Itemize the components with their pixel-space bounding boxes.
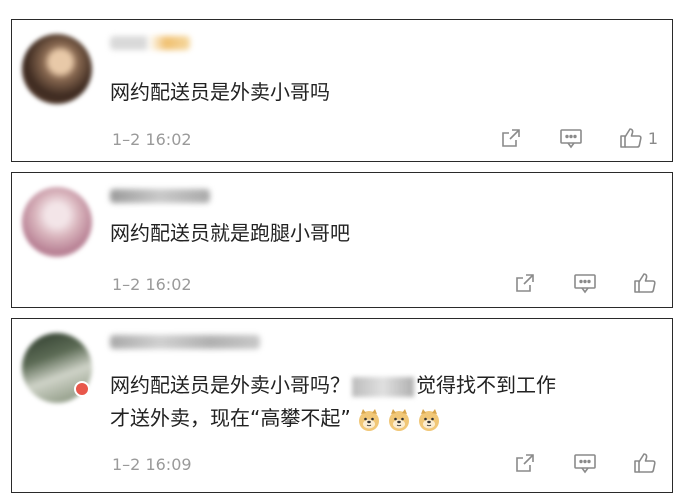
doge-emoji-icon <box>387 408 411 432</box>
thumbs-up-icon[interactable] <box>632 450 658 476</box>
thumbs-up-icon[interactable] <box>618 125 644 151</box>
username-blurred[interactable] <box>110 189 210 203</box>
comment-actions: 1 <box>464 125 658 151</box>
redacted-text <box>352 376 414 397</box>
username-blurred[interactable] <box>110 335 260 349</box>
comment-icon[interactable] <box>572 450 598 476</box>
comment-text-part: 网约配送员是外卖小哥吗？ <box>110 373 350 397</box>
share-icon[interactable] <box>512 450 538 476</box>
emoji-group <box>351 406 441 432</box>
comment-text: 网约配送员是外卖小哥吗？ 觉得找不到工作 才送外卖，现在“高攀不起” <box>110 369 556 435</box>
share-icon[interactable] <box>512 270 538 296</box>
share-icon[interactable] <box>498 125 524 151</box>
comment-time: 1–2 16:09 <box>112 455 192 474</box>
comment-actions <box>478 270 658 296</box>
doge-emoji-icon <box>417 408 441 432</box>
verified-badge-icon <box>74 381 90 397</box>
comment-icon[interactable] <box>558 125 584 151</box>
user-avatar[interactable] <box>22 34 92 104</box>
doge-emoji-icon <box>357 408 381 432</box>
comment-icon[interactable] <box>572 270 598 296</box>
comment-text: 网约配送员是外卖小哥吗 <box>110 80 330 104</box>
comment-card: 网约配送员就是跑腿小哥吧 1–2 16:02 <box>11 172 673 308</box>
like-count: 1 <box>647 128 658 148</box>
comment-text-part: 觉得找不到工作 <box>416 373 556 397</box>
comment-actions <box>478 450 658 476</box>
comment-card: 网约配送员是外卖小哥吗 1–2 16:02 1 <box>11 19 673 162</box>
username-blurred[interactable] <box>110 36 190 50</box>
comment-text-part: 才送外卖，现在“高攀不起” <box>110 406 351 430</box>
comment-text: 网约配送员就是跑腿小哥吧 <box>110 221 350 245</box>
comment-card: 网约配送员是外卖小哥吗？ 觉得找不到工作 才送外卖，现在“高攀不起” 1–2 16… <box>11 318 673 493</box>
thumbs-up-icon[interactable] <box>632 270 658 296</box>
comment-time: 1–2 16:02 <box>112 130 192 149</box>
user-avatar[interactable] <box>22 187 92 257</box>
comment-time: 1–2 16:02 <box>112 275 192 294</box>
